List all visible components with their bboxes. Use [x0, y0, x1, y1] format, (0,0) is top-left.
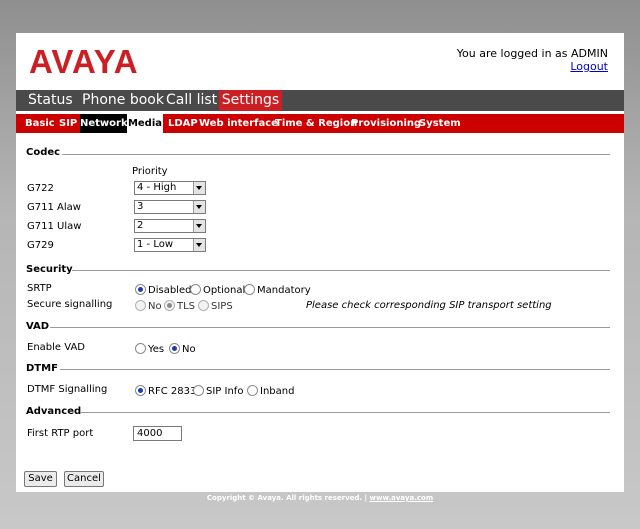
srtp-optional-label: Optional — [203, 285, 246, 296]
subtab-basic[interactable]: Basic — [25, 114, 55, 133]
sig-sips-label: SIPS — [211, 301, 233, 312]
subtab-provisioning[interactable]: Provisioning — [351, 114, 421, 133]
subtab-sip[interactable]: SIP — [59, 114, 77, 133]
subtab-web-interface[interactable]: Web interface — [199, 114, 278, 133]
subtab-ldap[interactable]: LDAP — [168, 114, 198, 133]
dtmf-rfc2833-radio[interactable] — [135, 385, 146, 396]
section-dtmf: DTMF — [26, 363, 58, 374]
dtmf-signalling-label: DTMF Signalling — [27, 384, 108, 395]
codec-label-g711-alaw: G711 Alaw — [27, 202, 81, 213]
srtp-disabled-radio[interactable] — [135, 284, 146, 295]
settings-subnav: Basic SIP Network Media LDAP Web interfa… — [16, 114, 624, 133]
vad-yes-label: Yes — [148, 344, 165, 355]
chevron-down-icon — [193, 201, 205, 213]
subtab-time-region[interactable]: Time & Region — [275, 114, 357, 133]
srtp-disabled-label: Disabled — [148, 285, 192, 296]
dtmf-sip-info-label: SIP Info — [206, 386, 244, 397]
avaya-logo: AVAYA — [29, 43, 139, 80]
tab-phone-book[interactable]: Phone book — [82, 90, 164, 111]
login-info: You are logged in as ADMIN Logout — [457, 47, 608, 73]
avaya-website-link[interactable]: www.avaya.com — [370, 494, 434, 502]
srtp-mandatory-radio[interactable] — [244, 284, 255, 295]
select-value: 1 - Low — [137, 239, 174, 250]
divider — [62, 154, 610, 155]
codec-label-g729: G729 — [27, 240, 54, 251]
footer: Copyright © Avaya. All rights reserved. … — [0, 494, 640, 502]
srtp-mandatory-label: Mandatory — [257, 285, 311, 296]
select-value: 3 — [137, 201, 144, 212]
copyright-text: Copyright © Avaya. All rights reserved. — [206, 494, 363, 502]
dtmf-inband-label: Inband — [260, 386, 295, 397]
sig-tls-label: TLS — [177, 301, 196, 312]
subtab-system[interactable]: System — [419, 114, 461, 133]
dtmf-rfc2833-label: RFC 2833 — [148, 386, 197, 397]
dtmf-sip-info-radio[interactable] — [193, 385, 204, 396]
save-button[interactable]: Save — [24, 471, 57, 487]
vad-no-radio[interactable] — [169, 343, 180, 354]
section-codec: Codec — [26, 147, 61, 158]
enable-vad-label: Enable VAD — [27, 342, 85, 353]
settings-panel: AVAYA You are logged in as ADMIN Logout … — [16, 33, 624, 492]
main-nav: Status Phone book Call list Settings — [16, 90, 624, 111]
divider — [72, 270, 610, 271]
section-security: Security — [26, 264, 73, 275]
section-vad: VAD — [26, 321, 50, 332]
srtp-optional-radio[interactable] — [190, 284, 201, 295]
divider — [50, 327, 610, 328]
cancel-button[interactable]: Cancel — [64, 471, 104, 487]
sip-transport-note: Please check corresponding SIP transport… — [306, 300, 552, 311]
select-value: 4 - High — [137, 182, 177, 193]
codec-label-g722: G722 — [27, 183, 54, 194]
vad-yes-radio[interactable] — [135, 343, 146, 354]
dtmf-inband-radio[interactable] — [247, 385, 258, 396]
sig-sips-radio[interactable] — [198, 300, 209, 311]
first-rtp-port-input[interactable]: 4000 — [133, 426, 182, 441]
tab-call-list[interactable]: Call list — [166, 90, 217, 111]
srtp-label: SRTP — [27, 283, 52, 294]
codec-label-g711-ulaw: G711 Ulaw — [27, 221, 82, 232]
tab-status[interactable]: Status — [28, 90, 73, 111]
sig-tls-radio[interactable] — [164, 300, 175, 311]
login-status: You are logged in as ADMIN — [456, 47, 608, 60]
divider — [60, 369, 610, 370]
priority-select-g711-alaw[interactable]: 3 — [134, 200, 206, 214]
logout-link[interactable]: Logout — [570, 60, 608, 73]
chevron-down-icon — [193, 220, 205, 232]
vad-no-label: No — [182, 344, 196, 355]
first-rtp-port-label: First RTP port — [27, 428, 94, 439]
subtab-media[interactable]: Media — [127, 114, 163, 133]
priority-select-g729[interactable]: 1 - Low — [134, 238, 206, 252]
footer-separator: | — [364, 494, 368, 502]
section-advanced: Advanced — [26, 406, 82, 417]
priority-header: Priority — [132, 166, 168, 177]
priority-select-g722[interactable]: 4 - High — [134, 181, 206, 195]
secure-signalling-label: Secure signalling — [27, 299, 113, 310]
chevron-down-icon — [193, 239, 205, 251]
subtab-network[interactable]: Network — [80, 114, 128, 133]
sig-no-label: No — [148, 301, 162, 312]
sig-no-radio[interactable] — [135, 300, 146, 311]
divider — [80, 412, 610, 413]
select-value: 2 — [137, 220, 144, 231]
priority-select-g711-ulaw[interactable]: 2 — [134, 219, 206, 233]
chevron-down-icon — [193, 182, 205, 194]
tab-settings[interactable]: Settings — [219, 90, 282, 111]
